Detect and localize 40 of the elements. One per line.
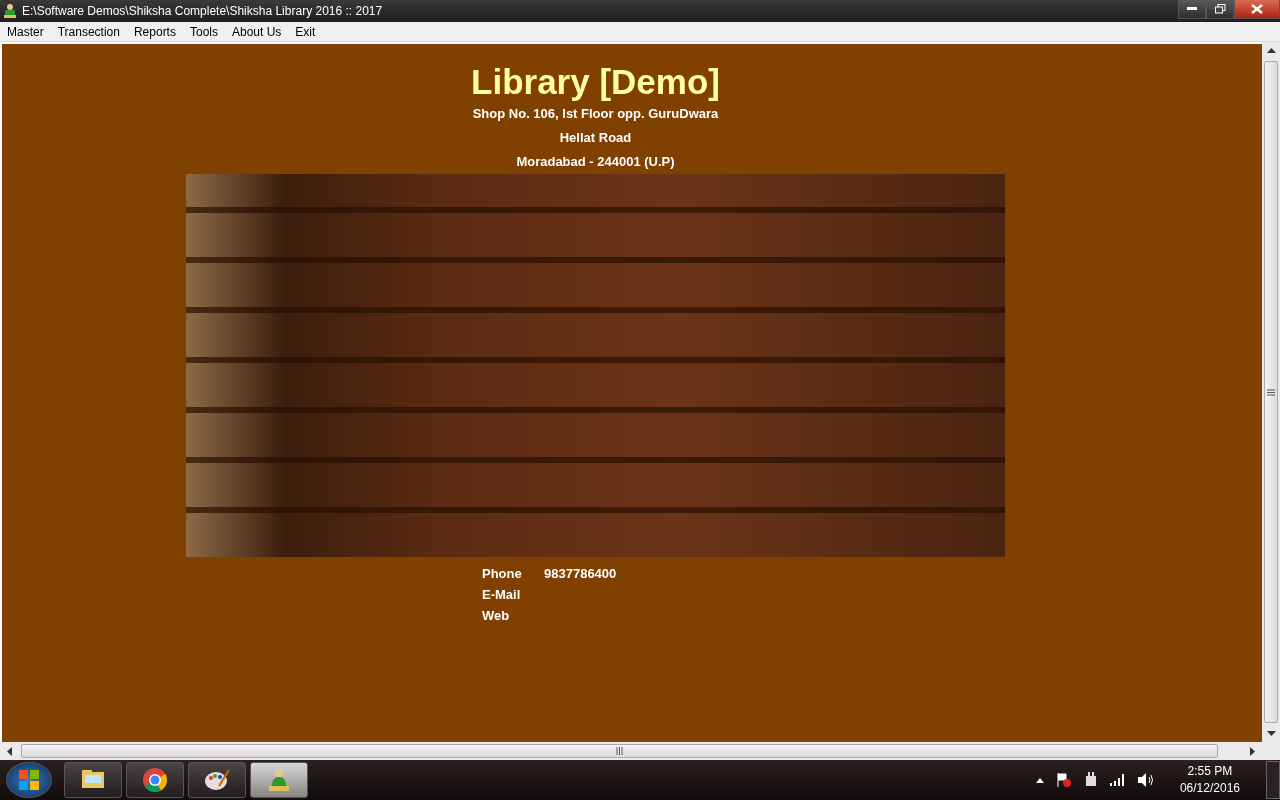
clock-date[interactable]: 06/12/2016 [1179,780,1240,797]
show-desktop-button[interactable] [1266,761,1280,799]
scroll-up-icon[interactable] [1266,48,1276,53]
scroll-down-icon[interactable] [1266,731,1276,736]
contact-value: 9837786400 [544,565,617,583]
menu-item[interactable]: About Us [225,22,289,41]
menu-item[interactable]: Reports [126,22,183,41]
start-button[interactable] [6,762,52,798]
taskbar-app[interactable] [64,762,122,798]
flag-icon[interactable] [1055,772,1072,788]
signal-bars-icon[interactable] [1109,774,1126,786]
minimize-button[interactable] [1178,0,1206,19]
menu-item[interactable]: Master [0,22,51,41]
windows-logo-icon [18,769,40,791]
address-line: Moradabad - 244001 (U.P) [515,153,676,171]
clock-time[interactable]: 2:55 PM [1179,763,1240,780]
scroll-left-icon[interactable] [7,746,12,756]
contact-label: Phone [482,565,523,583]
address-line: Hellat Road [558,129,633,147]
taskbar-app[interactable] [188,762,246,798]
contact-label: Web [482,607,511,625]
contact-label: E-Mail [482,586,522,604]
window-title: E:\Software Demos\Shiksha Complete\Shiksha Library 2016 :: 2017 [21,3,383,20]
menu-item[interactable]: Tools [182,22,225,41]
expand-tray-icon[interactable] [1035,777,1044,783]
power-plug-icon[interactable] [1083,772,1098,788]
scroll-right-icon[interactable] [1250,746,1255,756]
library-title: Library [Demo] [470,62,721,102]
speaker-icon[interactable] [1137,773,1154,787]
address-line: Shop No. 106, Ist Floor opp. GuruDwara [471,105,720,123]
restore-icon [1214,4,1226,14]
close-button[interactable] [1234,0,1280,19]
restore-button[interactable] [1206,0,1234,19]
taskbar-app[interactable] [126,762,184,798]
app-icon [2,3,18,19]
menu-item[interactable]: Exit [288,22,323,41]
browser-icon [141,766,169,794]
menu-item[interactable]: Transection [50,22,127,41]
minimize-icon [1187,7,1197,11]
close-icon [1251,4,1263,14]
